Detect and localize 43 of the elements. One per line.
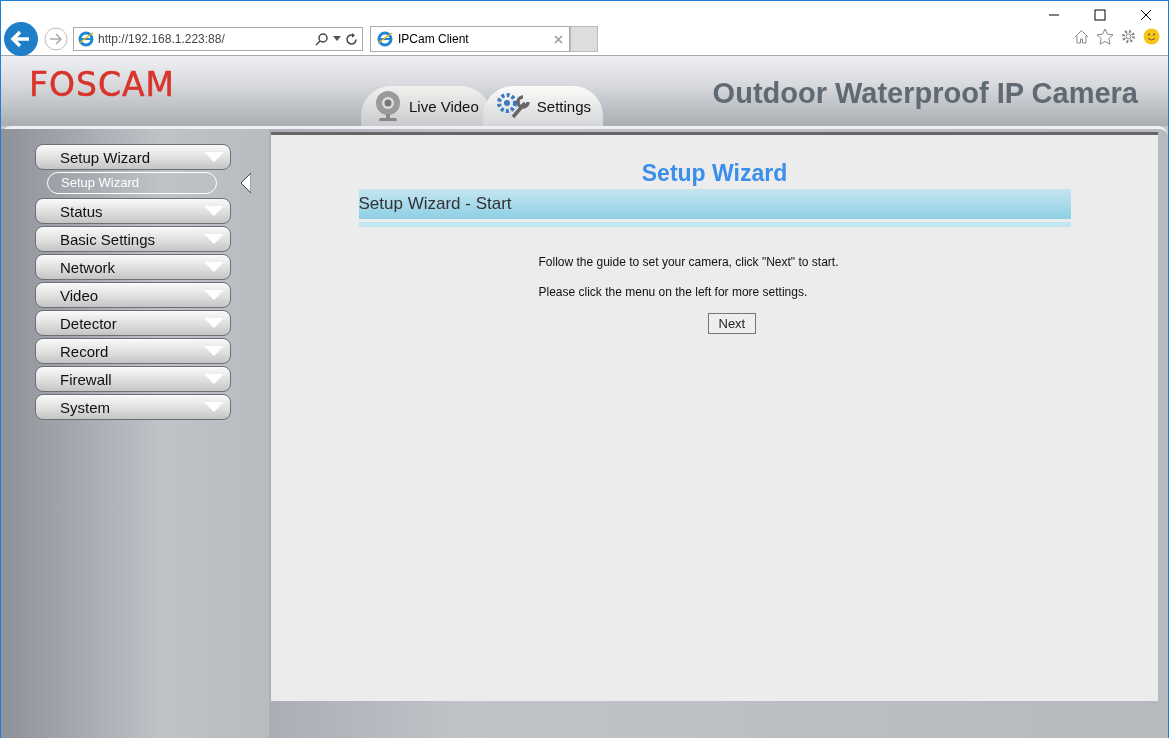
caret-icon — [204, 318, 224, 328]
webcam-icon — [373, 90, 403, 122]
back-icon[interactable] — [3, 21, 39, 57]
caret-icon — [204, 346, 224, 356]
caret-icon — [204, 374, 224, 384]
dropdown-icon[interactable] — [333, 36, 341, 42]
caret-icon — [204, 152, 224, 162]
star-icon[interactable] — [1096, 28, 1114, 46]
caret-icon — [204, 262, 224, 272]
address-field[interactable]: http://192.168.1.223:88/ — [73, 27, 363, 51]
menu-item[interactable]: Basic Settings — [35, 226, 231, 252]
caret-icon — [204, 290, 224, 300]
browser-tab[interactable]: IPCam Client — [370, 26, 570, 52]
caret-icon — [204, 206, 224, 216]
browser-logo-icon — [377, 31, 393, 47]
nav-tab[interactable]: Settings — [482, 86, 603, 126]
instruction-text: Please click the menu on the left for more settings. — [538, 285, 809, 299]
search-icon[interactable] — [315, 32, 329, 46]
page-title: Setup Wizard — [640, 160, 789, 187]
caret-icon — [204, 234, 224, 244]
maximize-icon[interactable] — [1094, 9, 1106, 21]
refresh-icon[interactable] — [345, 32, 358, 46]
menu-item[interactable]: Status — [35, 198, 231, 224]
menu-item[interactable]: Video — [35, 282, 231, 308]
pointer-icon — [241, 173, 251, 193]
section-header: Setup Wizard - Start — [358, 189, 1071, 219]
menu-item[interactable]: Network — [35, 254, 231, 280]
menu-item[interactable]: System — [35, 394, 231, 420]
smiley-icon[interactable] — [1143, 28, 1160, 45]
brand-logo: FOSCAM — [29, 65, 175, 104]
home-icon[interactable] — [1073, 28, 1090, 45]
menu-item[interactable]: Firewall — [35, 366, 231, 392]
caret-icon — [204, 402, 224, 412]
settings-icon[interactable] — [1120, 28, 1137, 45]
product-title: Outdoor Waterproof IP Camera — [712, 77, 1138, 110]
menu-item[interactable]: Setup Wizard — [35, 144, 231, 170]
menu-item[interactable]: Detector — [35, 310, 231, 336]
menu-item[interactable]: Record — [35, 338, 231, 364]
browser-logo-icon — [78, 31, 94, 47]
close-icon[interactable] — [1140, 9, 1152, 21]
gear-wrench-icon — [494, 91, 531, 121]
next-button[interactable]: Next — [707, 313, 757, 334]
instruction-text: Follow the guide to set your camera, click "Next" to start. — [538, 255, 840, 269]
